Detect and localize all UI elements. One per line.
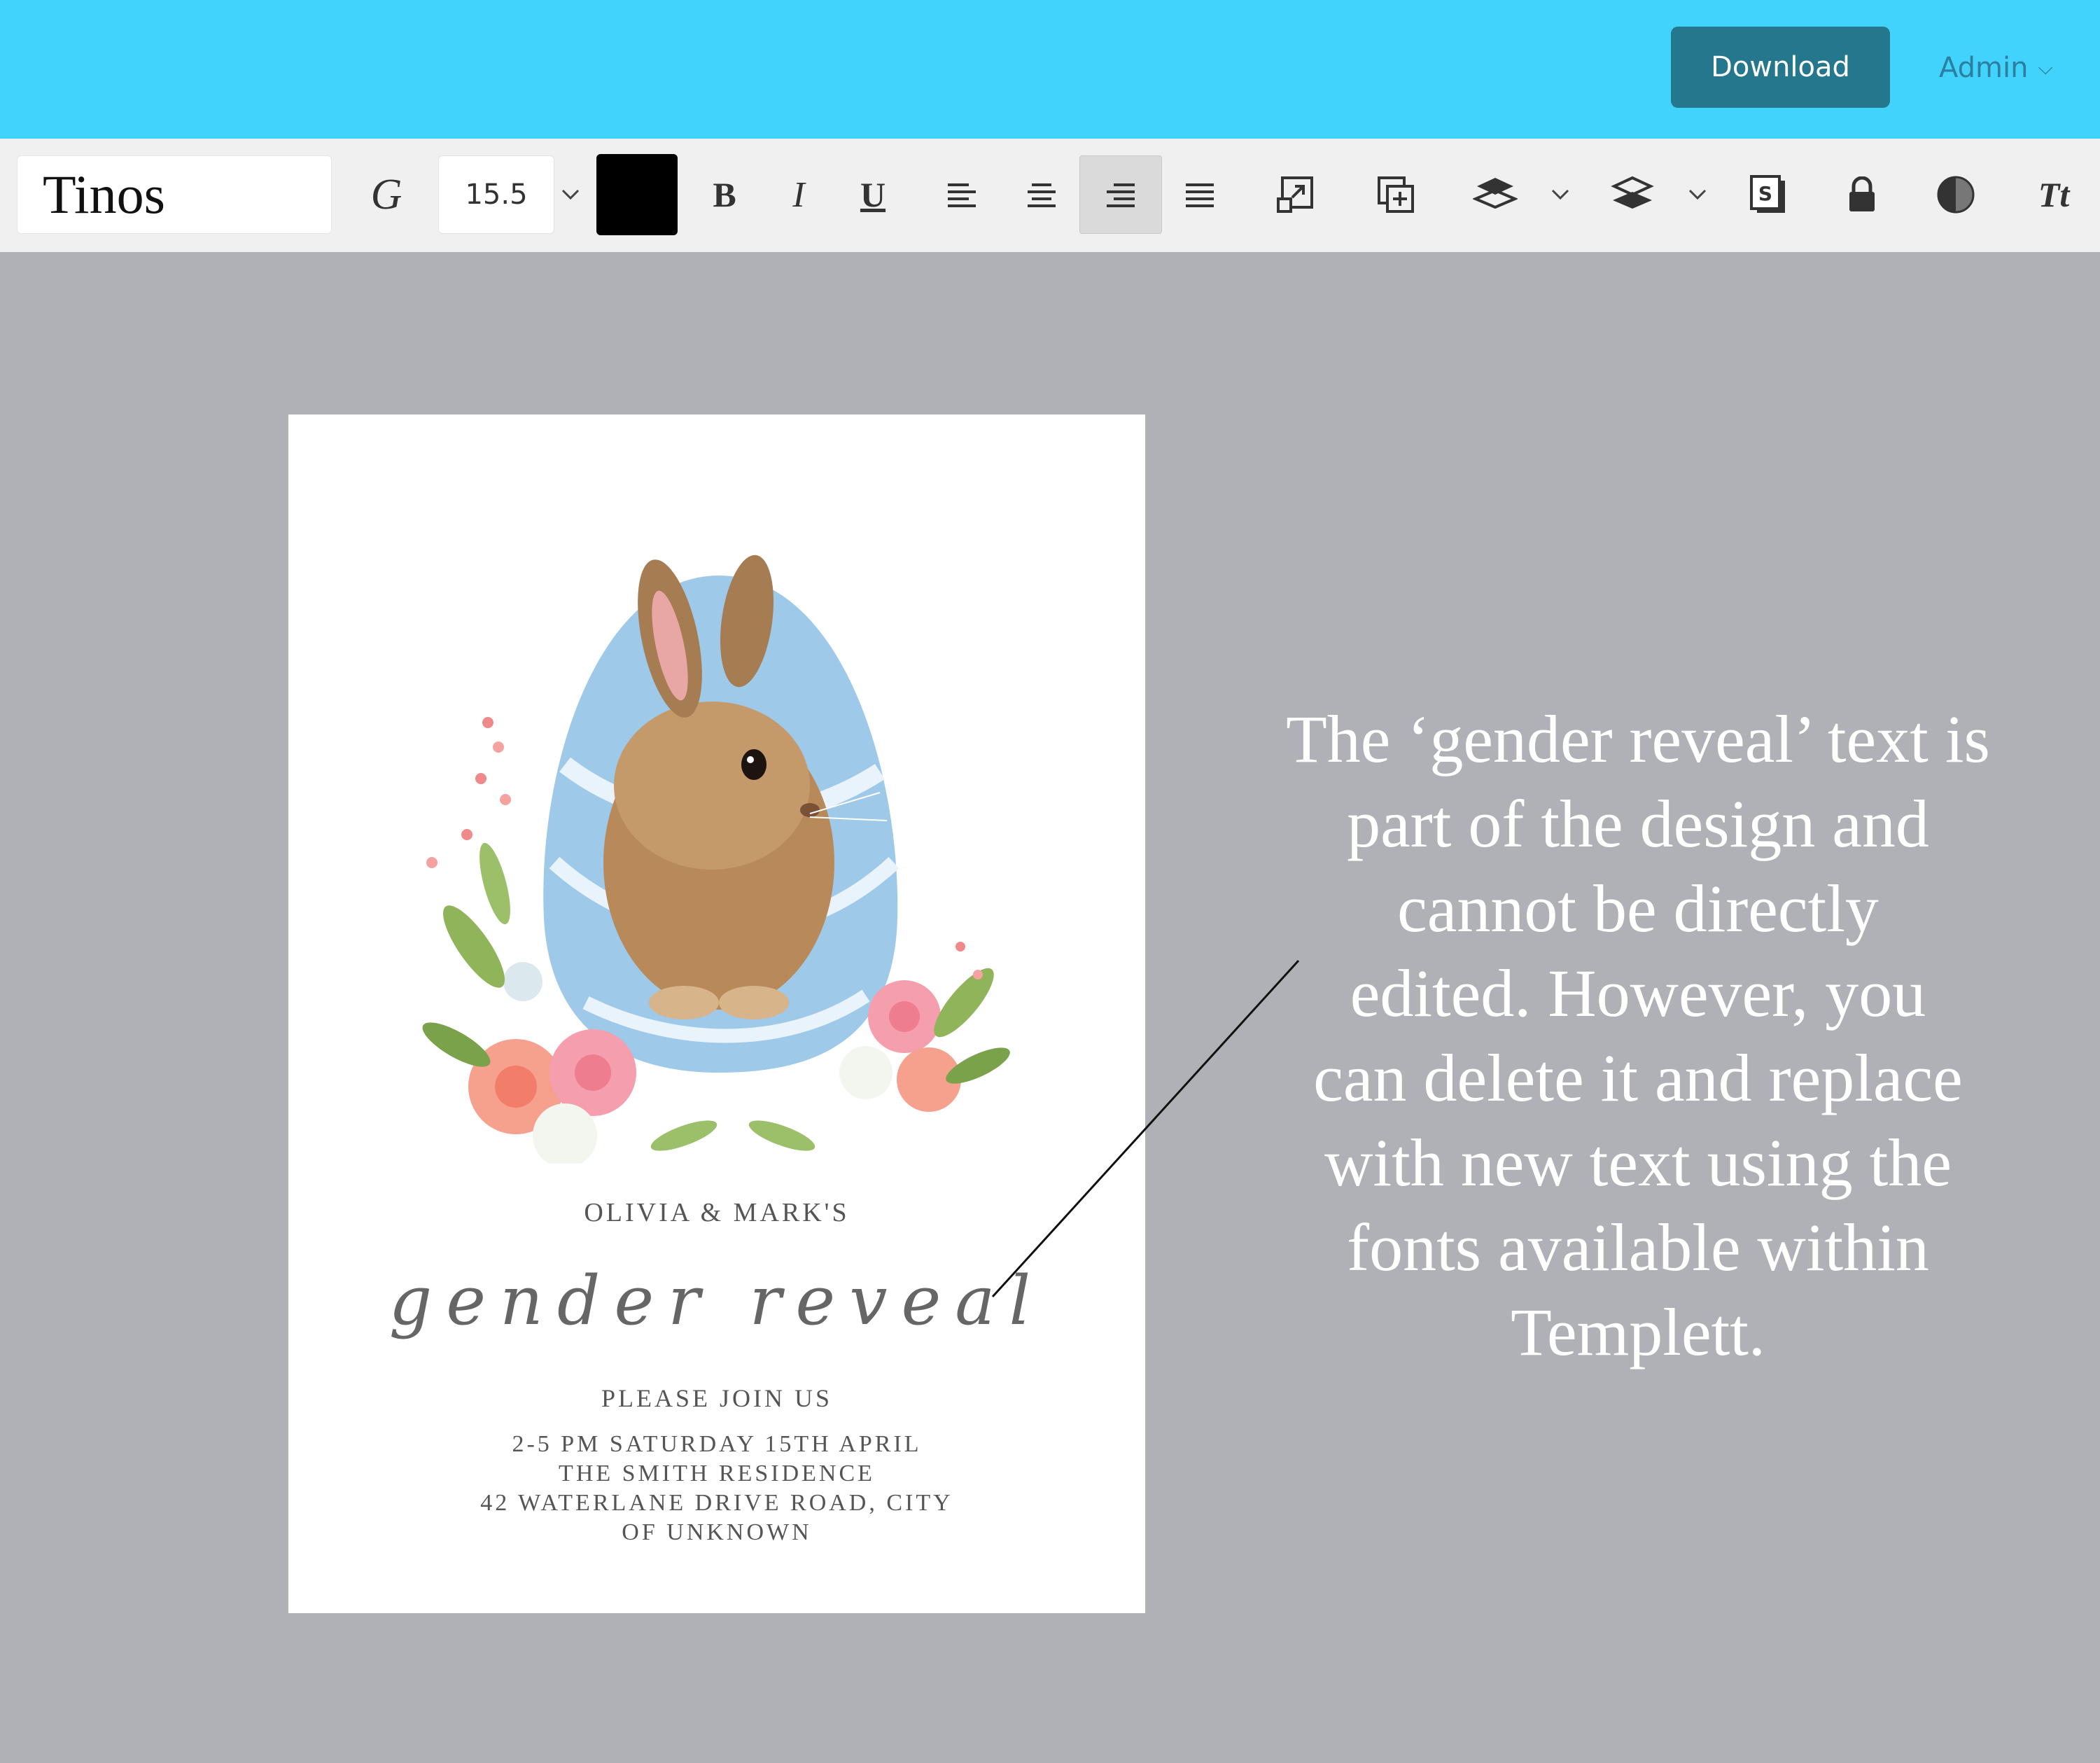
text-case-icon[interactable]: Tt	[2024, 155, 2083, 234]
align-right-icon[interactable]	[1079, 155, 1162, 234]
underline-icon[interactable]: U	[848, 155, 897, 234]
annotation-line: with new text using the	[1324, 1125, 1952, 1200]
hosts-text[interactable]: OLIVIA & MARK'S	[288, 1197, 1145, 1228]
align-justify-icon[interactable]	[1173, 155, 1226, 234]
svg-text:S: S	[1758, 182, 1772, 205]
bring-forward-dropdown-icon[interactable]	[1544, 155, 1576, 234]
chevron-down-icon: ⌵	[2038, 56, 2053, 79]
annotation-line: edited. However, you	[1350, 956, 1926, 1031]
annotation-line: can delete it and replace	[1313, 1040, 1963, 1115]
annotation-line: The ‘gender reveal’ text is	[1286, 702, 1990, 776]
details-line-1[interactable]: 2-5 PM SATURDAY 15TH APRIL	[288, 1431, 1145, 1458]
italic-icon[interactable]: I	[774, 155, 823, 234]
send-backward-icon[interactable]	[1606, 155, 1659, 234]
download-button[interactable]: Download	[1671, 27, 1890, 108]
text-color-swatch[interactable]	[596, 154, 678, 235]
invitation-card[interactable]: OLIVIA & MARK'S gender reveal PLEASE JOI…	[288, 414, 1145, 1613]
align-center-icon[interactable]	[1015, 155, 1068, 234]
annotation-line: part of the design and	[1347, 786, 1929, 861]
user-menu-label: Admin	[1939, 52, 2029, 84]
opacity-icon[interactable]	[1929, 155, 1982, 234]
gender-reveal-script[interactable]: gender reveal	[288, 1262, 1145, 1340]
details-line-4[interactable]: OF UNKNOWN	[288, 1519, 1145, 1546]
user-menu[interactable]: Admin ⌵	[1939, 43, 2053, 92]
text-toolbar: Tinos G 15.5 B I U S Tt	[0, 139, 2100, 252]
align-left-icon[interactable]	[935, 155, 988, 234]
annotation-line: cannot be directly	[1397, 871, 1879, 946]
annotation-line: Templett.	[1511, 1295, 1765, 1370]
bunny-egg-illustration	[422, 555, 1010, 1164]
lock-icon[interactable]	[1835, 155, 1889, 234]
details-line-2[interactable]: THE SMITH RESIDENCE	[288, 1461, 1145, 1487]
resize-icon[interactable]	[1268, 155, 1322, 234]
font-size-dropdown-icon[interactable]	[554, 155, 587, 234]
font-family-select[interactable]: Tinos	[17, 155, 332, 234]
annotation-text: The ‘gender reveal’ text is part of the …	[1232, 697, 2044, 1374]
snap-icon[interactable]: S	[1742, 155, 1795, 234]
details-line-3[interactable]: 42 WATERLANE DRIVE ROAD, CITY	[288, 1490, 1145, 1517]
annotation-line: fonts available within	[1347, 1210, 1929, 1285]
top-bar: Download Admin ⌵	[0, 0, 2100, 139]
font-size-input[interactable]: 15.5	[438, 155, 554, 234]
duplicate-icon[interactable]	[1369, 155, 1422, 234]
send-backward-dropdown-icon[interactable]	[1681, 155, 1714, 234]
font-style-icon[interactable]: G	[358, 155, 414, 234]
bring-forward-icon[interactable]	[1469, 155, 1522, 234]
bold-icon[interactable]: B	[700, 155, 749, 234]
invite-line[interactable]: PLEASE JOIN US	[288, 1384, 1145, 1413]
